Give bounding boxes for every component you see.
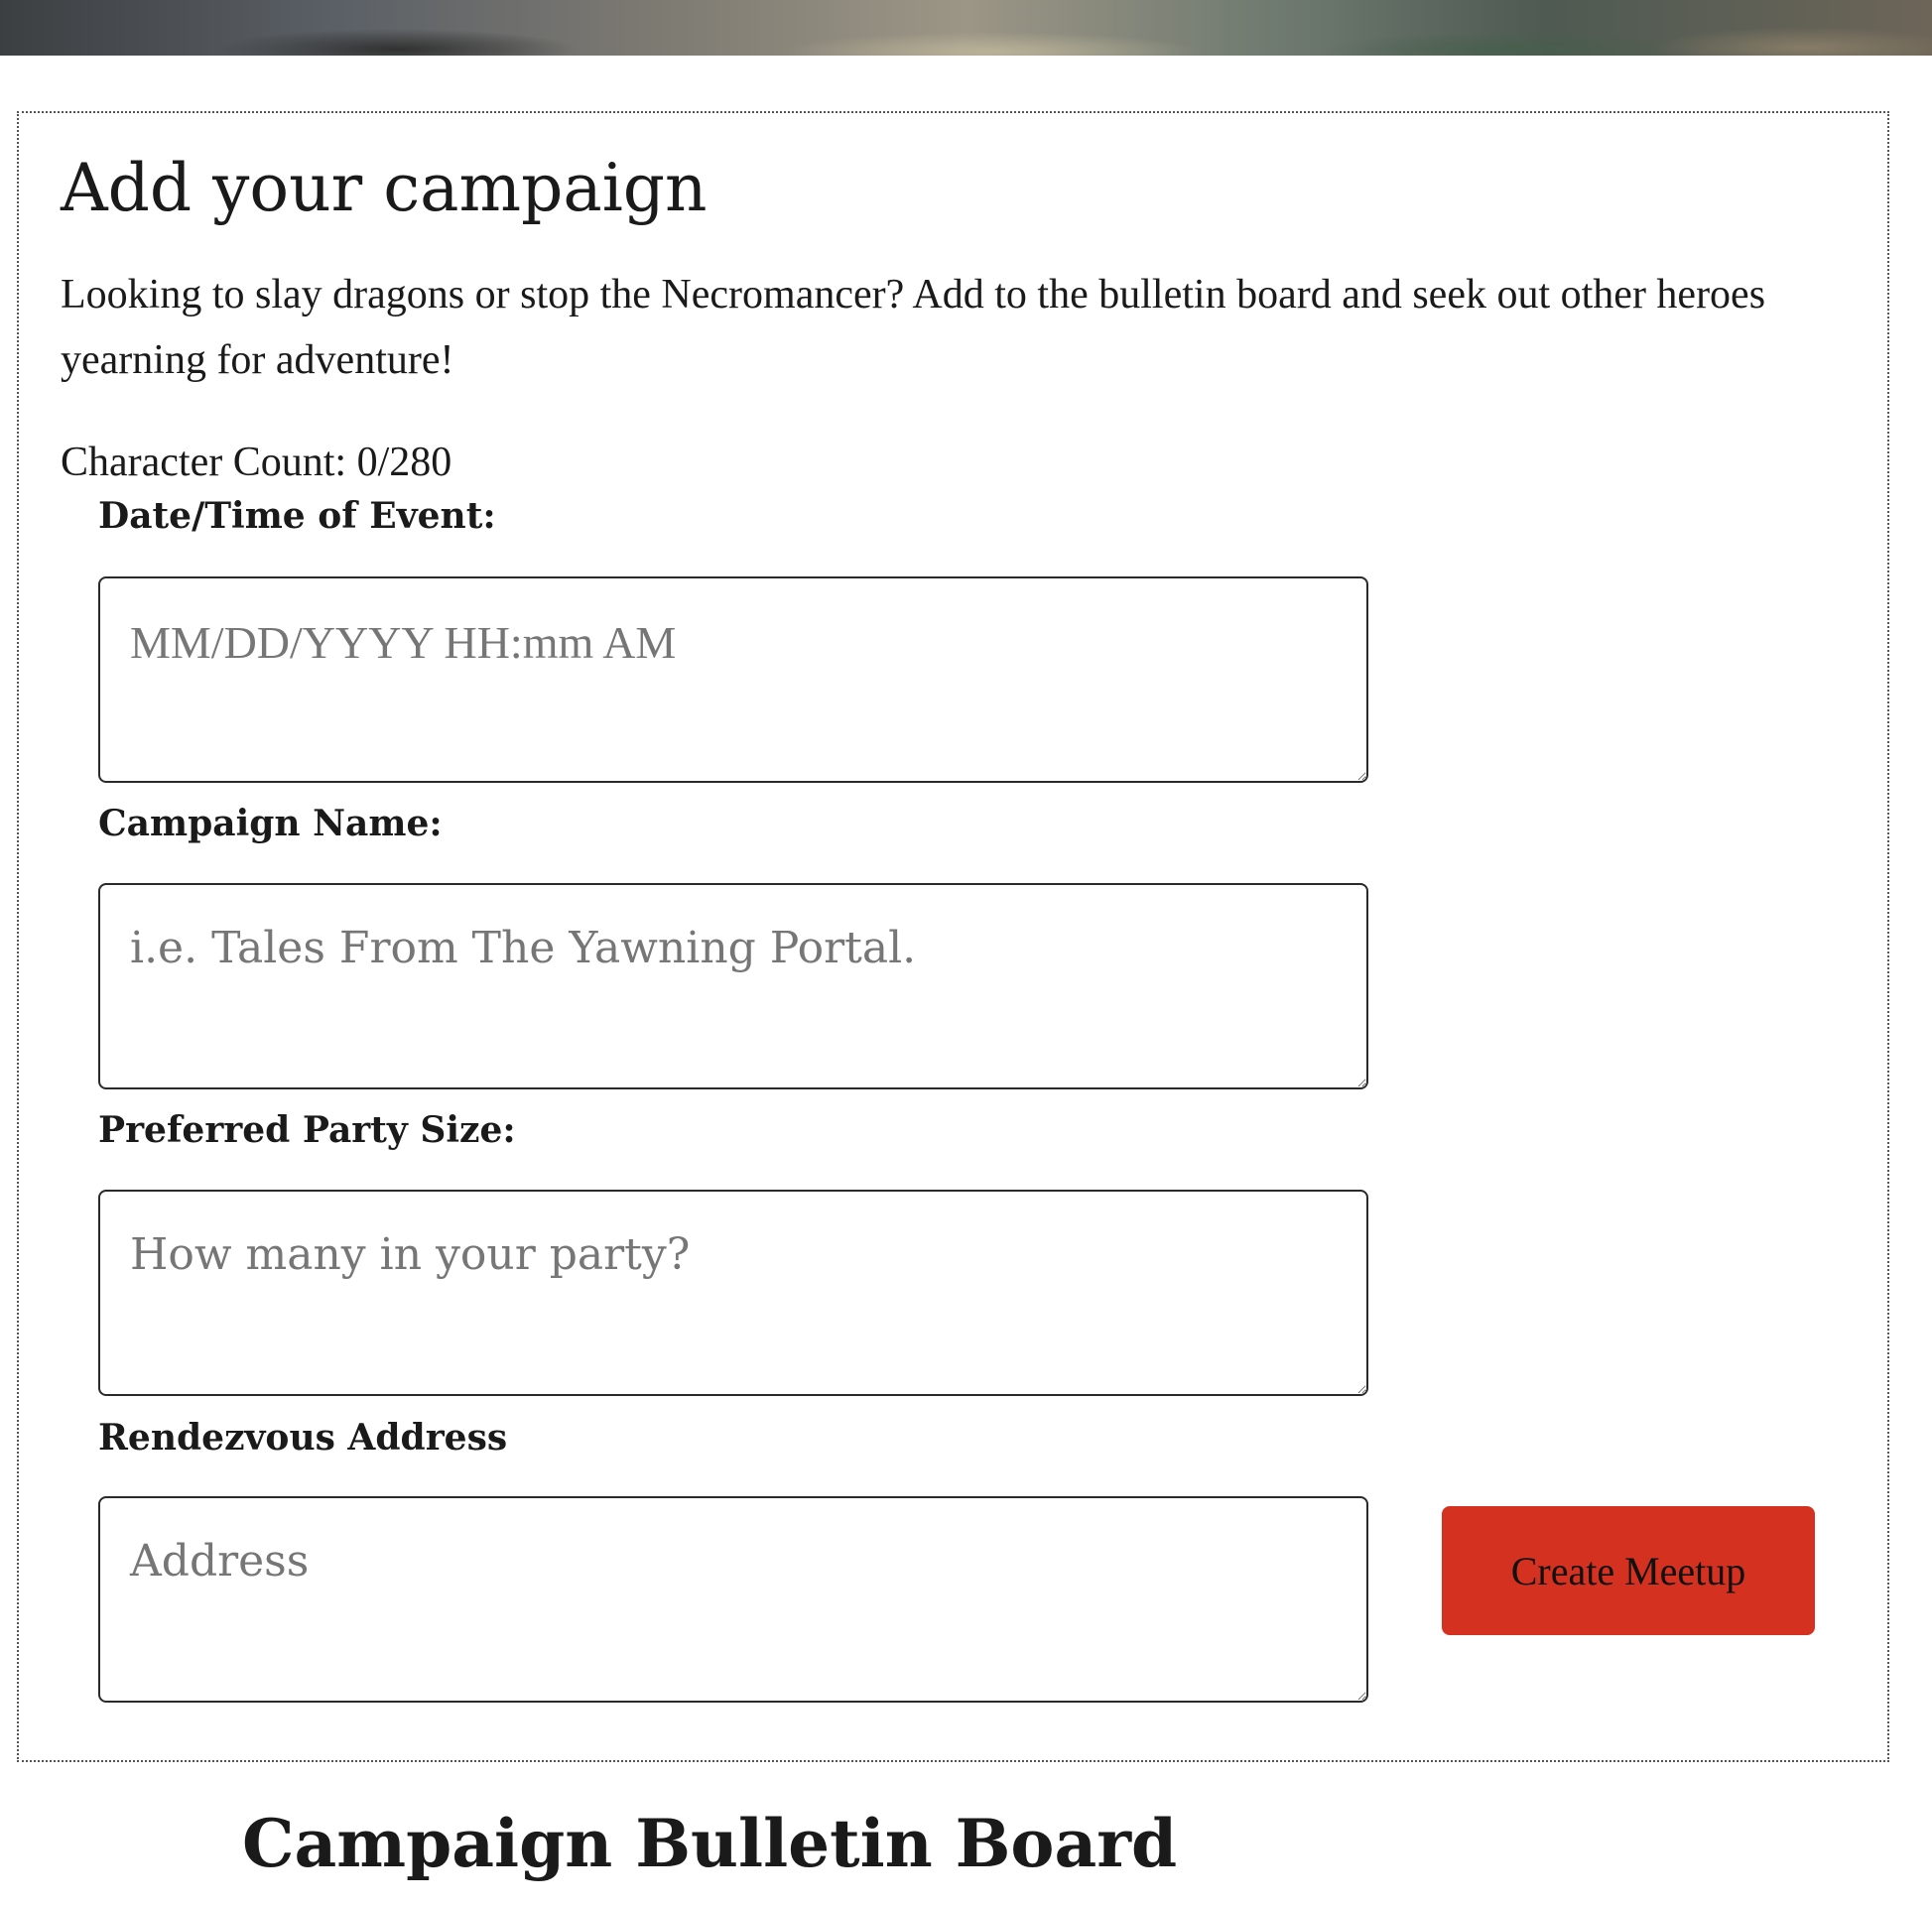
create-meetup-button[interactable]: Create Meetup <box>1442 1506 1815 1635</box>
bulletin-board-title: Campaign Bulletin Board <box>242 1805 1178 1882</box>
date-time-label: Date/Time of Event: <box>98 495 496 537</box>
form-intro-text: Looking to slay dragons or stop the Necr… <box>61 272 1766 383</box>
add-campaign-form: Add your campaign Looking to slay dragon… <box>17 111 1889 1762</box>
party-size-label: Preferred Party Size: <box>98 1109 516 1151</box>
form-title: Add your campaign <box>61 150 708 226</box>
hero-banner-image <box>0 0 1932 56</box>
character-count: Character Count: 0/280 <box>61 440 452 485</box>
campaign-name-label: Campaign Name: <box>98 803 443 844</box>
date-time-input[interactable] <box>98 576 1368 783</box>
rendezvous-address-label: Rendezvous Address <box>98 1417 508 1459</box>
rendezvous-address-input[interactable] <box>98 1496 1368 1703</box>
party-size-input[interactable] <box>98 1190 1368 1396</box>
campaign-name-input[interactable] <box>98 883 1368 1089</box>
